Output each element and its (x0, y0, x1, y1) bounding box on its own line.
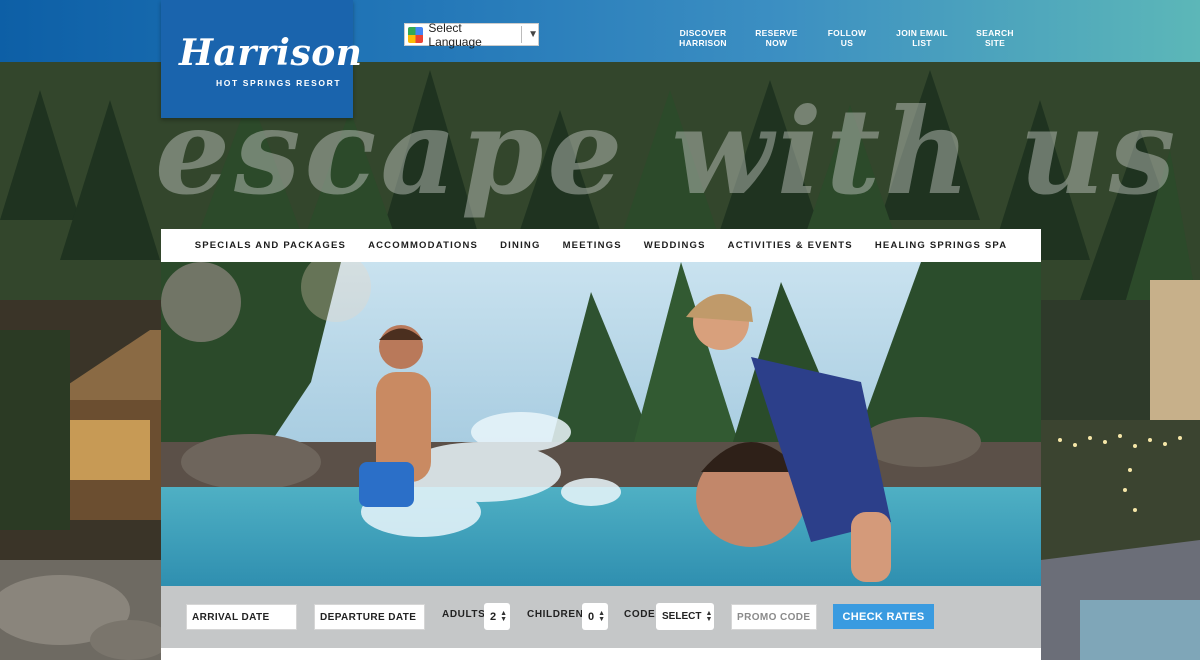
adults-value: 2 (490, 610, 497, 623)
topnav-follow-us[interactable]: FOLLOW US (815, 28, 879, 48)
main-nav: SPECIALS AND PACKAGES ACCOMMODATIONS DIN… (161, 229, 1041, 262)
children-value: 0 (588, 610, 595, 623)
code-label: CODE (624, 609, 656, 620)
promo-code-input[interactable]: PROMO CODE (731, 604, 817, 630)
nav-activities-events[interactable]: ACTIVITIES & EVENTS (728, 240, 853, 251)
pool-photo (161, 262, 1041, 586)
stepper-arrows-icon: ▲ ▼ (598, 609, 606, 623)
topnav-discover-harrison[interactable]: DISCOVER HARRISON (668, 28, 738, 48)
topnav-search-site[interactable]: SEARCH SITE (965, 28, 1025, 48)
utility-nav: DISCOVER HARRISON RESERVE NOW FOLLOW US JOI… (668, 28, 1025, 48)
logo-script: Harrison (179, 32, 363, 74)
nav-healing-springs-spa[interactable]: HEALING SPRINGS SPA (875, 240, 1007, 251)
nav-dining[interactable]: DINING (500, 240, 540, 251)
topnav-reserve-now[interactable]: RESERVE NOW (738, 28, 815, 48)
code-select-value: SELECT (662, 611, 702, 622)
language-select-label: Select Language (428, 20, 482, 49)
nav-accommodations[interactable]: ACCOMMODATIONS (368, 240, 478, 251)
adults-label: ADULTS (442, 609, 486, 620)
nav-specials-and-packages[interactable]: SPECIALS AND PACKAGES (195, 240, 346, 251)
topnav-join-email-list[interactable]: JOIN EMAIL LIST (879, 28, 965, 48)
children-stepper[interactable]: 0 ▲ ▼ (582, 603, 608, 630)
dropdown-arrow-icon: ▼ (528, 29, 538, 40)
google-translate-icon (408, 26, 424, 43)
children-label: CHILDREN (527, 609, 584, 620)
content-area-start (161, 648, 1041, 660)
arrival-date-input[interactable]: ARRIVAL DATE (186, 604, 297, 630)
check-rates-button[interactable]: CHECK RATES (833, 604, 934, 629)
stepper-arrows-icon: ▲ ▼ (705, 609, 713, 623)
language-select[interactable]: Select Language ▼ (404, 20, 539, 49)
stepper-arrows-icon: ▲ ▼ (500, 609, 508, 623)
hero-image (161, 262, 1041, 586)
logo-subtitle: HOT SPRINGS RESORT (216, 78, 342, 88)
nav-weddings[interactable]: WEDDINGS (644, 240, 706, 251)
booking-bar: ARRIVAL DATE DEPARTURE DATE ADULTS 2 ▲ ▼ … (161, 586, 1041, 648)
resort-logo[interactable]: Harrison HOT SPRINGS RESORT (161, 0, 362, 118)
departure-date-input[interactable]: DEPARTURE DATE (314, 604, 425, 630)
code-select[interactable]: SELECT ▲ ▼ (656, 603, 714, 630)
adults-stepper[interactable]: 2 ▲ ▼ (484, 603, 510, 630)
nav-meetings[interactable]: MEETINGS (563, 240, 622, 251)
divider (521, 26, 523, 43)
